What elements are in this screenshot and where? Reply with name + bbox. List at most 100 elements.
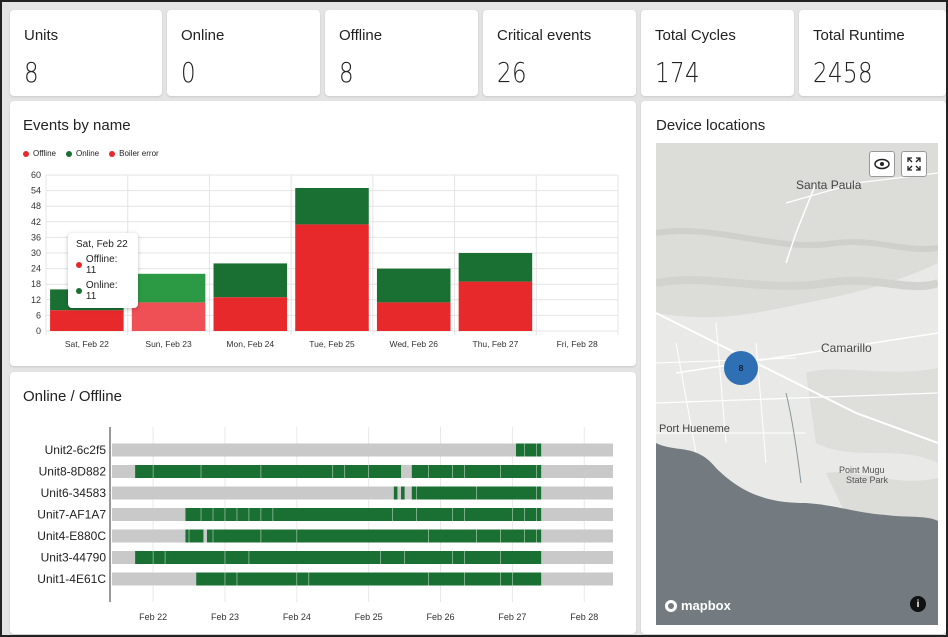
x-tick-label: Feb 24	[283, 612, 311, 622]
map-label-santa-paula: Santa Paula	[796, 178, 862, 192]
online-segment	[185, 508, 541, 521]
y-tick-label: 60	[31, 170, 41, 180]
map-label-camarillo: Camarillo	[821, 341, 872, 355]
online-offline-card: Online / Offline Unit2-6c2f5 Unit8-8D882 U…	[10, 372, 636, 634]
online-segment	[516, 444, 541, 457]
eye-icon	[874, 158, 890, 170]
tooltip-dot	[76, 288, 82, 294]
tooltip-dot	[76, 262, 82, 268]
stat-card-online: Online 0	[167, 10, 320, 96]
tooltip-label: Offline: 11	[86, 254, 130, 276]
tooltip-row-online: Online: 11	[76, 280, 130, 302]
stat-card-critical-events: Critical events 26	[483, 10, 636, 96]
mapbox-attribution: mapbox	[681, 598, 731, 613]
events-by-name-card: Events by name Offline Online Boiler err…	[10, 101, 636, 366]
stat-label: Critical events	[497, 27, 591, 44]
stat-label: Total Cycles	[655, 27, 736, 44]
online-segment	[394, 487, 398, 500]
stat-card-units: Units 8	[10, 10, 162, 96]
stat-label: Offline	[339, 27, 382, 44]
y-tick-label: 30	[31, 248, 41, 258]
stat-card-total-runtime: Total Runtime 2458	[799, 10, 946, 96]
x-tick-label: Thu, Feb 27	[473, 339, 519, 349]
stat-card-offline: Offline 8	[325, 10, 478, 96]
row-label-unit1-4e61c: Unit1-4E61C	[37, 572, 106, 586]
row-label-unit2-6c2f5: Unit2-6c2f5	[45, 443, 107, 457]
bar-online-4	[377, 269, 451, 303]
expand-icon	[906, 156, 922, 172]
map-label-state-park: State Park	[846, 475, 889, 485]
y-tick-label: 42	[31, 217, 41, 227]
bar-offline-4	[377, 302, 451, 331]
online-segment	[401, 487, 405, 500]
device-locations-card: Device locations Santa Paula Camarillo P…	[641, 101, 946, 634]
x-tick-label: Wed, Feb 26	[389, 339, 438, 349]
row-label-unit7-af1a7: Unit7-AF1A7	[37, 508, 106, 522]
y-tick-label: 12	[31, 295, 41, 305]
mapbox-icon	[664, 599, 678, 613]
stat-value: 174	[655, 56, 700, 89]
stat-value: 26	[497, 56, 527, 89]
y-tick-label: 18	[31, 279, 41, 289]
tooltip-title: Sat, Feb 22	[76, 239, 130, 250]
row-label-unit3-44790: Unit3-44790	[41, 551, 107, 565]
x-tick-label: Feb 27	[498, 612, 526, 622]
stat-value: 2458	[813, 56, 873, 89]
stat-label: Units	[24, 27, 58, 44]
x-tick-label: Feb 23	[211, 612, 239, 622]
y-tick-label: 6	[36, 310, 41, 320]
x-tick-label: Feb 26	[427, 612, 455, 622]
info-icon: i	[917, 599, 920, 610]
device-locations-title: Device locations	[656, 117, 765, 134]
online-offline-timeline[interactable]: Unit2-6c2f5 Unit8-8D882 Unit6-34583 Unit7-A…	[10, 372, 636, 634]
online-segment	[196, 573, 541, 586]
tooltip-row-offline: Offline: 11	[76, 254, 130, 276]
map-view[interactable]: Santa Paula Camarillo Port Hueneme Point…	[656, 143, 938, 625]
mapbox-logo[interactable]: mapbox	[664, 598, 731, 613]
stat-value: 0	[181, 56, 196, 89]
online-segment	[185, 530, 203, 543]
bar-online-5	[459, 253, 533, 282]
x-tick-label: Feb 22	[139, 612, 167, 622]
row-label-unit8-8d882: Unit8-8D882	[39, 465, 107, 479]
map-info-button[interactable]: i	[910, 596, 926, 612]
x-tick-label: Feb 28	[570, 612, 598, 622]
map-label-point-mugu: Point Mugu	[839, 465, 885, 475]
online-segment	[135, 465, 401, 478]
map-canvas[interactable]: Santa Paula Camarillo Port Hueneme Point…	[656, 143, 938, 625]
x-tick-label: Sat, Feb 22	[65, 339, 109, 349]
map-road	[676, 333, 938, 373]
bar-offline-1	[132, 302, 206, 331]
online-segment	[412, 465, 541, 478]
bar-offline-0	[50, 310, 124, 331]
online-segment	[135, 551, 541, 564]
y-tick-label: 48	[31, 201, 41, 211]
bar-offline-3	[295, 224, 369, 331]
x-tick-label: Tue, Feb 25	[309, 339, 355, 349]
y-tick-label: 0	[36, 326, 41, 336]
bar-offline-2	[214, 297, 288, 331]
map-label-port-hueneme: Port Hueneme	[659, 423, 730, 435]
bar-online-2	[214, 263, 288, 297]
device-cluster-count: 8	[739, 364, 744, 373]
map-terrain	[806, 368, 938, 463]
bar-online-1	[132, 274, 206, 303]
bar-online-3	[295, 188, 369, 224]
row-label-unit4-e880c: Unit4-E880C	[37, 529, 106, 543]
stat-value: 8	[339, 56, 354, 89]
x-tick-label: Sun, Feb 23	[145, 339, 192, 349]
tooltip-label: Online: 11	[86, 280, 130, 302]
x-tick-label: Fri, Feb 28	[557, 339, 598, 349]
map-river	[786, 393, 801, 483]
stat-label: Online	[181, 27, 224, 44]
y-tick-label: 54	[31, 186, 41, 196]
x-tick-label: Mon, Feb 24	[226, 339, 274, 349]
fullscreen-button[interactable]	[901, 151, 927, 177]
map-road	[676, 343, 696, 453]
stat-card-total-cycles: Total Cycles 174	[641, 10, 794, 96]
row-label-unit6-34583: Unit6-34583	[41, 486, 107, 500]
stat-label: Total Runtime	[813, 27, 905, 44]
visibility-toggle-button[interactable]	[869, 151, 895, 177]
x-tick-label: Feb 25	[355, 612, 383, 622]
map-road	[756, 343, 766, 463]
